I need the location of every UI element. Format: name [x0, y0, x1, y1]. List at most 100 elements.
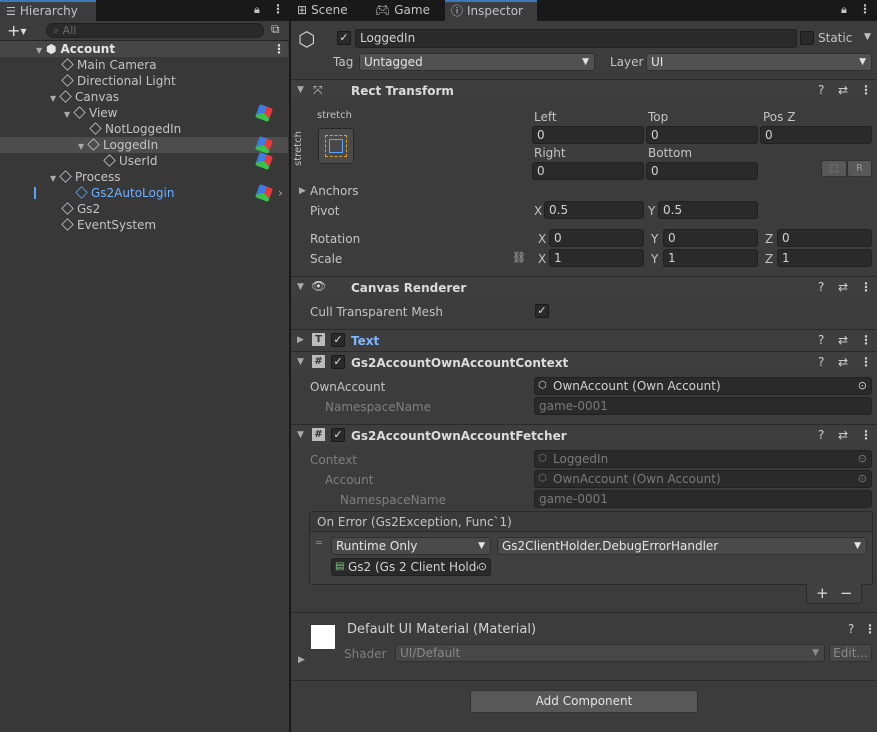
tree-row-account[interactable]: ▼ ⬢ Account ⋮: [0, 41, 288, 57]
help-icon[interactable]: ?: [818, 355, 824, 369]
rot-x-field[interactable]: 0: [549, 229, 644, 247]
rot-z-field[interactable]: 0: [777, 229, 872, 247]
lock-icon[interactable]: 🔒︎: [841, 3, 847, 17]
right-field[interactable]: 0: [532, 162, 644, 180]
event-target-value: Gs2 (Gs 2 Client Holde: [348, 560, 484, 574]
presets-icon[interactable]: ⇄: [838, 280, 848, 294]
event-target-field[interactable]: ▤ Gs2 (Gs 2 Client Holde ⊙: [331, 558, 491, 576]
fold-caret-icon[interactable]: ▼: [297, 282, 304, 292]
tab-game[interactable]: 🎮︎ Game: [369, 0, 439, 21]
cull-mesh-checkbox[interactable]: ✓: [535, 304, 549, 318]
component-enabled-checkbox[interactable]: ✓: [331, 333, 345, 347]
tree-row-gs2[interactable]: Gs2: [0, 201, 288, 217]
kebab-menu-icon[interactable]: ⋮: [860, 333, 872, 347]
kebab-menu-icon[interactable]: ⋮: [273, 41, 285, 57]
object-picker-icon[interactable]: ⊙: [477, 559, 487, 575]
scale-z-field[interactable]: 1: [777, 249, 872, 267]
fold-caret-icon[interactable]: ▶: [297, 335, 304, 345]
search-placeholder: All: [62, 24, 77, 37]
rot-y-field[interactable]: 0: [663, 229, 758, 247]
object-picker-icon[interactable]: ⊙: [858, 378, 867, 394]
kebab-menu-icon[interactable]: ⋮: [860, 280, 872, 294]
fold-caret-icon[interactable]: ▼: [297, 357, 304, 367]
tree-row-notloggedin[interactable]: NotLoggedIn: [0, 121, 288, 137]
tab-inspector[interactable]: ⓘ Inspector: [445, 0, 537, 21]
add-component-button[interactable]: Add Component: [470, 690, 698, 713]
rect-transform-icon: ⤧: [313, 83, 323, 97]
tree-row-userid[interactable]: UserId: [0, 152, 288, 170]
remove-listener-button[interactable]: −: [840, 584, 853, 602]
fetcher-component-header[interactable]: ▼ # ✓ Gs2AccountOwnAccountFetcher ? ⇄ ⋮: [291, 424, 877, 446]
left-field[interactable]: 0: [532, 126, 644, 144]
edit-shader-button[interactable]: Edit...: [829, 644, 872, 662]
layer-dropdown[interactable]: UI ▼: [646, 53, 872, 71]
chevron-down-icon[interactable]: ▼: [864, 32, 871, 42]
kebab-menu-icon[interactable]: ⋮: [272, 2, 284, 16]
active-checkbox[interactable]: ✓: [337, 31, 351, 45]
raw-edit-button[interactable]: R: [847, 160, 872, 177]
component-enabled-checkbox[interactable]: ✓: [331, 355, 345, 369]
object-name-field[interactable]: LoggedIn: [355, 29, 797, 48]
link-off-icon[interactable]: ⛓: [512, 251, 526, 264]
fold-caret-icon[interactable]: ▶: [298, 655, 305, 665]
help-icon[interactable]: ?: [818, 428, 824, 442]
rect-transform-header[interactable]: ▼ ⤧ Rect Transform ? ⇄ ⋮: [291, 79, 877, 101]
pivot-x-field[interactable]: 0.5: [544, 201, 644, 219]
chevron-right-icon[interactable]: ›: [278, 185, 283, 201]
tree-label: View: [89, 106, 118, 120]
search-input[interactable]: ⌕ All: [46, 23, 264, 38]
top-field[interactable]: 0: [646, 126, 758, 144]
tree-row-directional-light[interactable]: Directional Light: [0, 73, 288, 89]
fold-caret-icon[interactable]: ▶: [299, 186, 306, 196]
kebab-menu-icon[interactable]: ⋮: [864, 622, 876, 636]
posz-field[interactable]: 0: [760, 126, 872, 144]
tree-row-gs2autologin[interactable]: Gs2AutoLogin ›: [0, 184, 288, 202]
kebab-menu-icon[interactable]: ⋮: [860, 428, 872, 442]
bottom-field[interactable]: 0: [646, 162, 758, 180]
tree-row-loggedin[interactable]: ▼ LoggedIn: [0, 136, 288, 154]
blueprint-mode-button[interactable]: ⬚: [821, 160, 847, 177]
fetcher-namespace-field: game-0001: [534, 490, 872, 508]
text-component-header[interactable]: ▶ T ✓ Text ? ⇄ ⋮: [291, 329, 877, 351]
help-icon[interactable]: ?: [848, 622, 854, 636]
kebab-menu-icon[interactable]: ⋮: [860, 83, 872, 97]
static-checkbox[interactable]: [800, 31, 814, 45]
fold-caret-icon[interactable]: ▼: [297, 85, 304, 95]
scale-x-field[interactable]: 1: [549, 249, 644, 267]
handler-dropdown[interactable]: Gs2ClientHolder.DebugErrorHandler ▼: [497, 537, 867, 555]
drag-handle-icon[interactable]: ═: [316, 538, 322, 549]
add-listener-button[interactable]: +: [816, 584, 829, 602]
tab-scene[interactable]: ⊞ Scene: [291, 0, 363, 21]
add-button[interactable]: +▼: [7, 21, 27, 40]
own-account-field[interactable]: ⬡ OwnAccount (Own Account) ⊙: [534, 377, 872, 395]
tree-label: EventSystem: [77, 218, 157, 232]
anchor-preset-button[interactable]: [318, 128, 354, 164]
canvas-renderer-header[interactable]: ▼ 👁︎ Canvas Renderer ? ⇄ ⋮: [291, 276, 877, 298]
anchors-label[interactable]: Anchors: [310, 184, 359, 198]
component-enabled-checkbox[interactable]: ✓: [331, 428, 345, 442]
tree-row-eventsystem[interactable]: EventSystem: [0, 217, 288, 233]
lock-icon[interactable]: 🔒︎: [254, 3, 260, 17]
tree-row-view[interactable]: ▼ View: [0, 104, 288, 122]
presets-icon[interactable]: ⇄: [838, 355, 848, 369]
tree-row-main-camera[interactable]: Main Camera: [0, 57, 288, 73]
runtime-dropdown[interactable]: Runtime Only ▼: [331, 537, 491, 555]
info-icon: ⓘ: [451, 4, 464, 18]
tree-row-process[interactable]: ▼ Process: [0, 169, 288, 185]
scale-y-field[interactable]: 1: [663, 249, 758, 267]
help-icon[interactable]: ?: [818, 83, 824, 97]
fold-caret-icon[interactable]: ▼: [297, 430, 304, 440]
tab-hierarchy[interactable]: ☰ Hierarchy: [0, 0, 96, 21]
presets-icon[interactable]: ⇄: [838, 333, 848, 347]
pivot-y-field[interactable]: 0.5: [658, 201, 758, 219]
help-icon[interactable]: ?: [818, 333, 824, 347]
help-icon[interactable]: ?: [818, 280, 824, 294]
kebab-menu-icon[interactable]: ⋮: [859, 2, 871, 16]
context-component-header[interactable]: ▼ # ✓ Gs2AccountOwnAccountContext ? ⇄ ⋮: [291, 351, 877, 373]
presets-icon[interactable]: ⇄: [838, 428, 848, 442]
tree-row-canvas[interactable]: ▼ Canvas: [0, 89, 288, 105]
tag-dropdown[interactable]: Untagged ▼: [359, 53, 595, 71]
kebab-menu-icon[interactable]: ⋮: [860, 355, 872, 369]
presets-icon[interactable]: ⇄: [838, 83, 848, 97]
scene-search-icon[interactable]: ⧉: [271, 22, 280, 37]
